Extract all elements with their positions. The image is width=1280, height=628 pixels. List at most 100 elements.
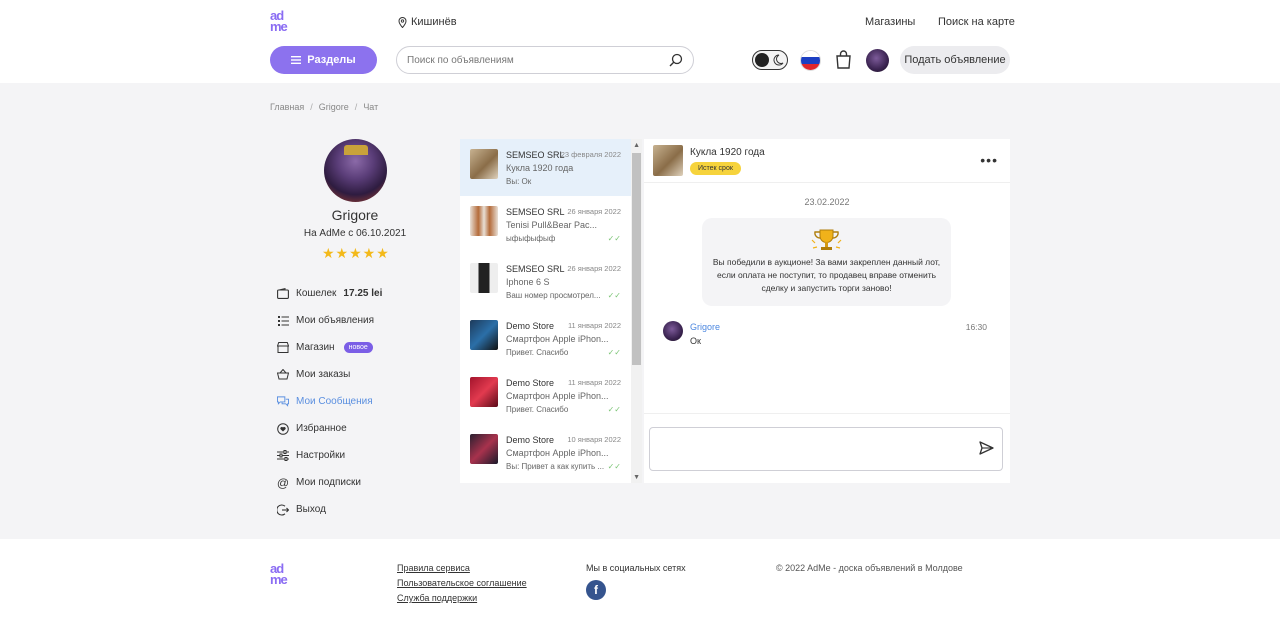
- chat-item-title: Смартфон Apple iPhon...: [506, 334, 609, 344]
- chat-date: 10 января 2022: [567, 435, 621, 444]
- sections-button[interactable]: Разделы: [270, 46, 377, 74]
- menu-item-wallet[interactable]: Кошелек 17.25 lei: [277, 280, 382, 307]
- menu-item-orders[interactable]: Мои заказы: [277, 361, 382, 388]
- conversation-title[interactable]: Кукла 1920 года: [690, 147, 765, 158]
- conversation-panel: Кукла 1920 года Истек срок ••• 23.02.202…: [644, 139, 1010, 483]
- sliders-icon: [277, 450, 289, 462]
- shops-link[interactable]: Магазины: [865, 16, 915, 28]
- footer-adme-logo[interactable]: ad me: [270, 562, 292, 589]
- wallet-icon: [277, 288, 289, 300]
- city-selector[interactable]: Кишинёв: [398, 16, 457, 28]
- copyright: © 2022 AdMe - доска объявлений в Молдове: [776, 563, 963, 573]
- chat-list-item[interactable]: SEMSEO SRL 23 февраля 2022 Кукла 1920 го…: [460, 139, 631, 196]
- menu-item-shop[interactable]: Магазин новое: [277, 334, 382, 361]
- menu-item-subscriptions[interactable]: @ Мои подписки: [277, 469, 382, 496]
- map-search-link[interactable]: Поиск на карте: [938, 16, 1015, 28]
- doll-thumbnail: [470, 149, 498, 179]
- scroll-up-icon[interactable]: ▲: [633, 142, 640, 149]
- notice-text: Вы победили в аукционе! За вами закрепле…: [712, 257, 941, 293]
- search-icon[interactable]: [669, 53, 683, 67]
- message-time: 16:30: [965, 322, 987, 332]
- shopping-bag-icon[interactable]: [835, 50, 852, 69]
- chat-date: 23 февраля 2022: [560, 150, 621, 159]
- scroll-down-icon[interactable]: ▼: [633, 474, 640, 481]
- menu-item-label: Выход: [296, 504, 326, 515]
- chat-date: 11 января 2022: [567, 378, 621, 387]
- breadcrumb-separator: /: [354, 102, 358, 112]
- menu-item-favorites[interactable]: Избранное: [277, 415, 382, 442]
- message-input[interactable]: [649, 427, 1003, 471]
- chat-list-scrollbar[interactable]: ▲ ▼: [631, 139, 642, 483]
- more-options-icon[interactable]: •••: [980, 152, 998, 168]
- menu-item-my-ads[interactable]: Мои объявления: [277, 307, 382, 334]
- footer-link-agreement[interactable]: Пользовательское соглашение: [397, 578, 527, 588]
- hamburger-icon: [291, 56, 302, 64]
- chat-list-item[interactable]: Demo Store 11 января 2022 Смартфон Apple…: [460, 367, 631, 424]
- search-box: [396, 46, 694, 74]
- logout-icon: [277, 503, 289, 516]
- chat-seller: Demo Store: [506, 378, 555, 388]
- chat-list-item[interactable]: SEMSEO SRL 26 января 2022 Iphone 6 S Ваш…: [460, 253, 631, 310]
- chat-last-message: Привет. Спасибо: [506, 348, 569, 357]
- send-icon[interactable]: [979, 441, 994, 455]
- footer-link-rules[interactable]: Правила сервиса: [397, 563, 470, 573]
- rating-stars: ★★★★★: [322, 245, 390, 261]
- profile-menu: Кошелек 17.25 lei Мои объявления Магазин…: [277, 280, 382, 523]
- breadcrumb-profile[interactable]: Grigore: [319, 102, 349, 112]
- chat-item-title: Кукла 1920 года: [506, 163, 574, 173]
- menu-item-label: Мои объявления: [296, 315, 374, 326]
- chat-bubbles-icon: [277, 396, 289, 408]
- message-author[interactable]: Grigore: [690, 322, 720, 332]
- chat-last-message: ыфыфыфыф: [506, 234, 556, 243]
- at-sign-icon: @: [276, 475, 290, 490]
- search-input[interactable]: [407, 54, 657, 66]
- site-header: ad me Кишинёв Магазины Поиск на карте Ра…: [0, 0, 1280, 83]
- menu-item-messages[interactable]: Мои Сообщения: [277, 388, 382, 415]
- chat-date: 26 января 2022: [567, 264, 621, 273]
- profile-name: Grigore: [331, 207, 379, 223]
- wallet-balance: 17.25 lei: [343, 288, 383, 299]
- adme-logo[interactable]: ad me: [270, 9, 292, 36]
- read-check-icon: ✓✓: [607, 291, 621, 300]
- footer-link-support[interactable]: Служба поддержки: [397, 593, 477, 603]
- iphone-blue-thumbnail: [470, 320, 498, 350]
- chat-seller: SEMSEO SRL: [506, 264, 565, 274]
- message-date-divider: 23.02.2022: [804, 197, 850, 207]
- chat-list-item[interactable]: Demo Store 11 января 2022 Смартфон Apple…: [460, 310, 631, 367]
- city-label: Кишинёв: [411, 16, 457, 28]
- message-composer: [644, 413, 1010, 483]
- crown-decoration: [344, 145, 368, 155]
- language-flag-icon[interactable]: [800, 50, 821, 71]
- conversation-item-thumbnail[interactable]: [653, 145, 683, 176]
- wallet-label: Кошелек: [296, 288, 337, 299]
- list-icon: [277, 315, 289, 327]
- chat-item-title: Смартфон Apple iPhon...: [506, 391, 609, 401]
- main-content: Главная / Grigore / Чат Grigore На AdMe …: [0, 83, 1280, 539]
- basket-icon: [277, 369, 289, 381]
- iphone-red-thumbnail: [470, 377, 498, 407]
- menu-item-settings[interactable]: Настройки: [277, 442, 382, 469]
- chat-list-item[interactable]: Demo Store 10 января 2022 Смартфон Apple…: [460, 424, 631, 481]
- read-check-icon: ✓✓: [607, 348, 621, 357]
- scrollbar-thumb[interactable]: [632, 153, 641, 365]
- expired-badge: Истек срок: [690, 162, 741, 175]
- member-since: На AdMe с 06.10.2021: [303, 228, 407, 239]
- read-check-icon: ✓✓: [607, 405, 621, 414]
- post-ad-button[interactable]: Подать объявление: [900, 46, 1010, 74]
- breadcrumb-separator: /: [310, 102, 313, 112]
- chat-last-message: Привет. Спасибо: [506, 405, 569, 414]
- menu-item-label: Избранное: [296, 423, 347, 434]
- logo-bottom: me: [270, 19, 288, 34]
- menu-item-label: Мои Сообщения: [296, 396, 373, 407]
- menu-item-label: Настройки: [296, 450, 346, 461]
- chat-list-item[interactable]: SEMSEO SRL 26 января 2022 Tenisi Pull&Be…: [460, 196, 631, 253]
- read-check-icon: ✓✓: [607, 462, 621, 471]
- user-avatar[interactable]: [866, 49, 889, 72]
- chat-last-message: Ваш номер просмотрел...: [506, 291, 601, 300]
- facebook-icon[interactable]: f: [586, 580, 606, 600]
- menu-item-logout[interactable]: Выход: [277, 496, 382, 523]
- sections-button-label: Разделы: [307, 54, 356, 66]
- sun-icon: [755, 53, 769, 67]
- theme-toggle[interactable]: [752, 50, 788, 70]
- breadcrumb-home[interactable]: Главная: [270, 102, 304, 112]
